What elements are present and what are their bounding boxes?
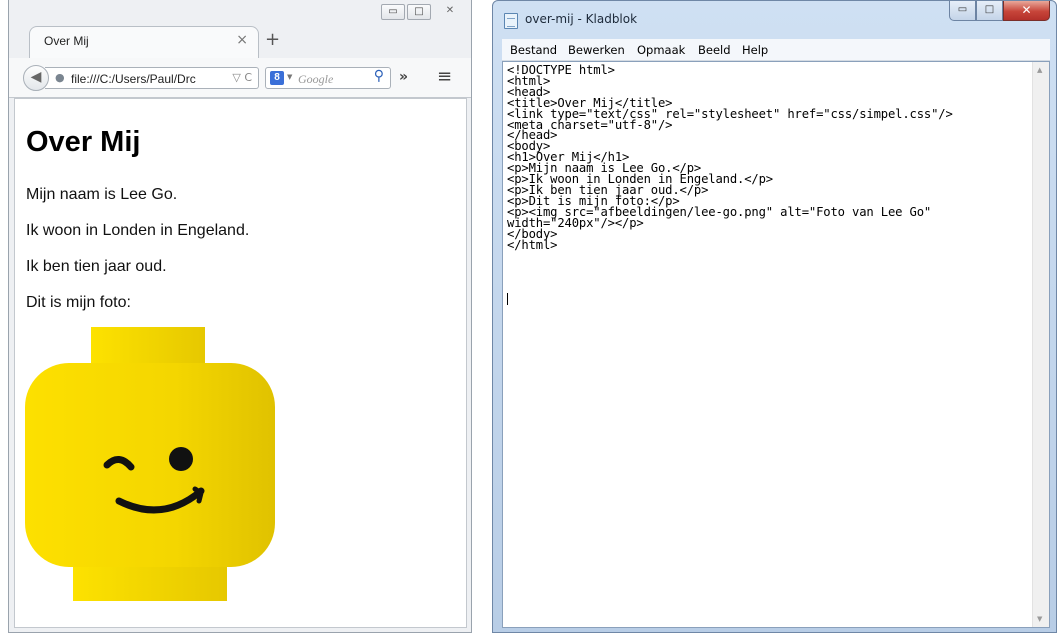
search-placeholder: Google [298,72,334,86]
globe-icon: ● [55,71,65,84]
new-tab-button[interactable]: + [265,29,280,50]
page-content: Over Mij Mijn naam is Lee Go. Ik woon in… [14,98,467,628]
code-line: </body> [507,226,558,241]
notepad-menubar: Bestand Bewerken Opmaak Beeld Help [502,39,1050,61]
tab-bar: Over Mij × + [9,22,471,62]
browser-window: ▭ □ ✕ Over Mij × + ● file:///C:/Users/Pa… [8,0,472,633]
address-bar[interactable]: ● file:///C:/Users/Paul/Drc ▽ C [45,67,259,89]
tab-close-icon[interactable]: × [236,32,248,48]
menu-bewerken[interactable]: Bewerken [568,43,625,57]
scroll-up-arrow-icon[interactable]: ▲ [1037,66,1042,74]
notepad-app-icon [504,13,518,29]
notepad-window-controls: ▭ □ ✕ [949,1,1050,21]
code-line: </head> [507,128,558,143]
code-line: <!DOCTYPE html> [507,63,615,77]
notepad-text-area[interactable]: <!DOCTYPE html> <html> <head> <title>Over M… [502,61,1050,628]
page-heading: Over Mij [26,126,141,158]
browser-maximize-button[interactable]: □ [407,4,431,20]
menu-help[interactable]: Help [742,43,768,57]
scroll-down-arrow-icon[interactable]: ▼ [1037,615,1042,623]
paragraph-city: Ik woon in Londen in Engeland. [26,222,250,239]
vertical-scrollbar[interactable]: ▲ ▼ [1032,62,1049,627]
menu-opmaak[interactable]: Opmaak [637,43,685,57]
notepad-title: over-mij - Kladblok [525,12,638,26]
browser-window-controls: ▭ □ ✕ [381,4,467,20]
chevron-down-icon: ▼ [287,73,293,81]
code-line: width="240px"/></p> [507,215,644,230]
reload-icon[interactable]: ▽ C [232,71,252,84]
url-text: file:///C:/Users/Paul/Drc [71,72,196,86]
browser-minimize-button[interactable]: ▭ [381,4,405,20]
paragraph-name: Mijn naam is Lee Go. [26,186,178,203]
lego-head-image [25,327,275,601]
notepad-titlebar: over-mij - Kladblok ▭ □ ✕ [493,1,1056,39]
source-code: <!DOCTYPE html> <html> <head> <title>Over M… [507,63,1032,252]
notepad-close-button[interactable]: ✕ [1003,1,1050,21]
code-line: </html> [507,237,558,252]
overflow-chevron-icon[interactable]: » [399,69,408,85]
notepad-maximize-button[interactable]: □ [976,1,1003,21]
tab-title: Over Mij [44,34,89,48]
search-icon[interactable]: ⚲ [374,68,384,84]
text-caret [507,293,508,305]
code-line: <meta charset="utf-8"/> [507,117,673,132]
search-input[interactable]: 8 ▼ Google ⚲ [265,67,391,89]
paragraph-age: Ik ben tien jaar oud. [26,258,167,275]
paragraph-photo: Dit is mijn foto: [26,294,131,311]
menu-beeld[interactable]: Beeld [698,43,731,57]
back-arrow-icon[interactable]: ◀ [23,65,49,91]
tab-over-mij[interactable]: Over Mij × [29,26,259,62]
hamburger-menu-icon[interactable]: ≡ [437,66,452,87]
menu-bestand[interactable]: Bestand [510,43,557,57]
navigation-bar: ● file:///C:/Users/Paul/Drc ▽ C ◀ 8 ▼ Go… [9,58,471,98]
notepad-window: over-mij - Kladblok ▭ □ ✕ Bestand Bewerk… [492,0,1057,633]
code-line: <html> [507,73,551,88]
google-icon[interactable]: 8 [270,71,284,85]
browser-close-button[interactable]: ✕ [433,4,467,20]
notepad-minimize-button[interactable]: ▭ [949,1,976,21]
